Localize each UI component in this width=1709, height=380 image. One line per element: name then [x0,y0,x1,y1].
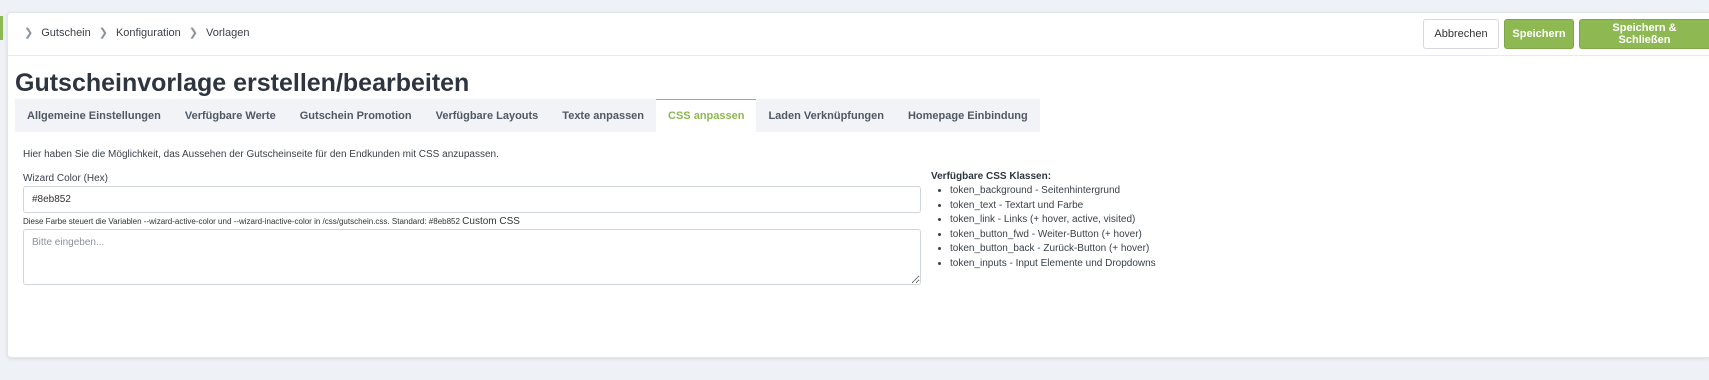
list-item: token_background - Seitenhintergrund [950,184,1156,199]
breadcrumb: ❯ Gutschein ❯ Konfiguration ❯ Vorlagen [24,26,257,40]
tab-gutschein-promotion[interactable]: Gutschein Promotion [288,99,424,132]
tab-verfuegbare-werte[interactable]: Verfügbare Werte [173,99,288,132]
breadcrumb-item-vorlagen: Vorlagen [206,26,250,39]
list-item: token_button_fwd - Weiter-Button (+ hove… [950,228,1156,243]
css-classes-panel: Verfügbare CSS Klassen: token_background… [931,171,1156,272]
tab-homepage-einbindung[interactable]: Homepage Einbindung [896,99,1040,132]
css-classes-title: Verfügbare CSS Klassen: [931,171,1052,182]
cancel-button[interactable]: Abbrechen [1423,19,1499,49]
custom-css-label: Custom CSS [462,216,520,227]
tab-bar: Allgemeine Einstellungen Verfügbare Wert… [15,99,1040,132]
list-item: token_button_back - Zurück-Button (+ hov… [950,242,1156,257]
chevron-right-icon: ❯ [98,27,108,39]
css-classes-list: token_background - Seitenhintergrund tok… [931,184,1156,272]
wizard-color-input[interactable] [23,186,921,213]
wizard-color-help-text: Diese Farbe steuert die Variablen --wiza… [23,217,460,226]
list-item: token_inputs - Input Elemente und Dropdo… [950,257,1156,272]
tab-css-anpassen[interactable]: CSS anpassen [656,99,757,132]
main-card: ❯ Gutschein ❯ Konfiguration ❯ Vorlagen A… [7,12,1709,358]
list-item: token_link - Links (+ hover, active, vis… [950,213,1156,228]
chevron-right-icon: ❯ [24,27,34,39]
chevron-right-icon: ❯ [188,27,199,39]
list-item: token_text - Textart und Farbe [950,199,1156,214]
page-title: Gutscheinvorlage erstellen/bearbeiten [15,69,470,97]
top-bar: ❯ Gutschein ❯ Konfiguration ❯ Vorlagen A… [8,13,1709,56]
tab-texte-anpassen[interactable]: Texte anpassen [550,99,656,132]
intro-text: Hier haben Sie die Möglichkeit, das Auss… [23,149,499,160]
wizard-color-help: Diese Farbe steuert die Variablen --wiza… [23,216,520,227]
action-buttons: Abbrechen Speichern Speichern & Schließe… [1423,19,1709,49]
save-button[interactable]: Speichern [1504,19,1574,49]
wizard-color-label: Wizard Color (Hex) [23,173,109,184]
breadcrumb-item-gutschein[interactable]: Gutschein [41,27,91,39]
tab-verfuegbare-layouts[interactable]: Verfügbare Layouts [424,99,551,132]
save-and-close-button[interactable]: Speichern & Schließen [1579,19,1709,49]
tab-laden-verknuepfungen[interactable]: Laden Verknüpfungen [756,99,896,132]
sidebar-accent [0,16,3,40]
breadcrumb-item-konfiguration[interactable]: Konfiguration [116,27,181,39]
custom-css-textarea[interactable] [23,229,921,285]
tab-allgemeine-einstellungen[interactable]: Allgemeine Einstellungen [15,99,173,132]
